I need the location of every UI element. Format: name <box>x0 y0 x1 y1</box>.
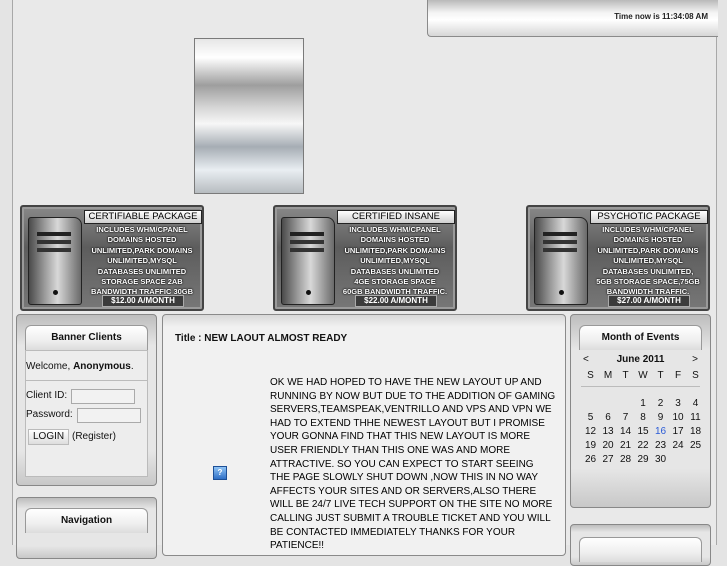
calendar-day[interactable]: 8 <box>635 411 652 425</box>
calendar-day[interactable]: 17 <box>670 425 687 439</box>
navigation-panel: Navigation <box>16 497 157 559</box>
article-body: OK WE HAD HOPED TO HAVE THE NEW LAYOUT U… <box>270 377 556 552</box>
package-title: CERTIFIABLE PACKAGE <box>84 210 202 224</box>
welcome-text: Welcome, Anonymous. <box>26 361 134 372</box>
panel-title: Month of Events <box>579 325 702 350</box>
calendar-day[interactable]: 10 <box>670 411 687 425</box>
calendar-day[interactable]: 30 <box>652 453 669 467</box>
calendar-day[interactable]: 3 <box>670 397 687 411</box>
header-banner-image <box>194 38 304 194</box>
server-tower-icon <box>281 217 335 305</box>
server-tower-icon <box>28 217 82 305</box>
client-id-label: Client ID: <box>26 390 68 401</box>
login-button[interactable]: LOGIN <box>28 429 70 445</box>
calendar-day[interactable]: 22 <box>635 439 652 453</box>
time-bar: Time now is 11:34:08 AM <box>427 0 718 37</box>
calendar-day[interactable]: 14 <box>617 425 634 439</box>
package-price: $12.00 A/MONTH <box>102 295 184 307</box>
calendar-day[interactable]: 11 <box>687 411 704 425</box>
weekday-header: W <box>638 370 648 381</box>
client-id-input[interactable] <box>71 389 135 404</box>
weekday-header: F <box>674 370 682 381</box>
calendar-day[interactable]: 25 <box>687 439 704 453</box>
calendar-day[interactable]: 23 <box>652 439 669 453</box>
calendar-day[interactable]: 20 <box>600 439 617 453</box>
calendar-day[interactable]: 15 <box>635 425 652 439</box>
calendar-day[interactable]: 24 <box>670 439 687 453</box>
calendar-day[interactable]: 29 <box>635 453 652 467</box>
panel-title <box>579 537 702 562</box>
weekday-header: T <box>622 370 629 381</box>
package-description: INCLUDES WHM/CPANEL DOMAINS HOSTED UNLIM… <box>342 225 448 297</box>
help-icon[interactable]: ? <box>213 466 227 480</box>
next-month-link[interactable]: > <box>692 354 698 365</box>
package-description: INCLUDES WHM/CPANEL DOMAINS HOSTED UNLIM… <box>596 225 700 297</box>
calendar-day[interactable]: 21 <box>617 439 634 453</box>
calendar-day[interactable]: 28 <box>617 453 634 467</box>
calendar-day[interactable]: 18 <box>687 425 704 439</box>
package-description: INCLUDES WHM/CPANEL DOMAINS HOSTED UNLIM… <box>90 225 194 297</box>
calendar-day[interactable]: 1 <box>635 397 652 411</box>
package-title: CERTIFIED INSANE <box>337 210 455 224</box>
calendar-day[interactable]: 5 <box>582 411 599 425</box>
divider <box>581 386 700 387</box>
weekday-header: S <box>692 370 699 381</box>
password-input[interactable] <box>77 408 141 423</box>
extra-panel <box>570 524 711 566</box>
calendar-day[interactable]: 7 <box>617 411 634 425</box>
package-psychotic[interactable]: PSYCHOTIC PACKAGE INCLUDES WHM/CPANEL DO… <box>526 205 710 311</box>
password-label: Password: <box>26 409 73 420</box>
calendar-day[interactable]: 16 <box>652 425 669 439</box>
article-title: Title : NEW LAOUT ALMOST READY <box>175 333 348 344</box>
package-title: PSYCHOTIC PACKAGE <box>590 210 708 224</box>
calendar-day[interactable]: 19 <box>582 439 599 453</box>
calendar-day[interactable]: 6 <box>600 411 617 425</box>
package-price: $27.00 A/MONTH <box>608 295 690 307</box>
calendar-day[interactable]: 12 <box>582 425 599 439</box>
server-tower-icon <box>534 217 588 305</box>
package-price: $22.00 A/MONTH <box>355 295 437 307</box>
weekday-header: S <box>587 370 594 381</box>
calendar-day[interactable]: 4 <box>687 397 704 411</box>
package-certifiable[interactable]: CERTIFIABLE PACKAGE INCLUDES WHM/CPANEL … <box>20 205 204 311</box>
panel-title: Navigation <box>25 508 148 533</box>
calendar-day[interactable]: 9 <box>652 411 669 425</box>
weekday-header: M <box>603 370 613 381</box>
banner-clients-panel: Banner Clients Welcome, Anonymous. Clien… <box>16 314 157 486</box>
calendar-day[interactable]: 13 <box>600 425 617 439</box>
calendar: < June 2011 > S M T W T F S 1 2 3 4 5 6 7 8 9 10 11 12 13 14… <box>579 350 702 500</box>
news-article: Title : NEW LAOUT ALMOST READY ? OK WE H… <box>162 314 566 556</box>
calendar-day[interactable]: 26 <box>582 453 599 467</box>
calendar-panel: Month of Events < June 2011 > SMTWTFS123… <box>570 314 711 508</box>
package-certified-insane[interactable]: CERTIFIED INSANE INCLUDES WHM/CPANEL DOM… <box>273 205 457 311</box>
month-label: June 2011 <box>616 354 665 365</box>
login-form: Welcome, Anonymous. Client ID: Password:… <box>25 350 148 477</box>
divider <box>26 380 147 381</box>
current-time: Time now is 11:34:08 AM <box>614 12 708 21</box>
weekday-header: T <box>657 370 664 381</box>
calendar-day[interactable]: 2 <box>652 397 669 411</box>
panel-title: Banner Clients <box>25 325 148 350</box>
calendar-day[interactable]: 27 <box>600 453 617 467</box>
register-link[interactable]: (Register) <box>72 431 116 442</box>
